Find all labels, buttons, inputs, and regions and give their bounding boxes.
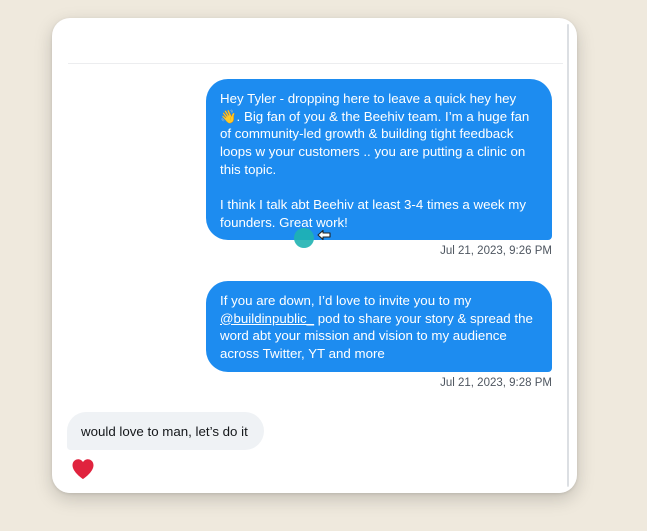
mouse-pointer-icon — [317, 229, 331, 241]
scrollbar[interactable] — [567, 24, 569, 487]
message-text: would love to man, let’s do it — [81, 424, 248, 439]
outgoing-message-bubble[interactable]: Hey Tyler - dropping here to leave a qui… — [206, 79, 552, 240]
message-text: I think I talk abt Beehiv at least 3-4 t… — [220, 197, 526, 230]
message-text: Hey Tyler - dropping here to leave a qui… — [220, 91, 530, 177]
heart-icon[interactable] — [71, 458, 95, 480]
scroll-fade — [52, 485, 577, 493]
message-text: If you are down, I’d love to invite you … — [220, 292, 537, 363]
cursor-highlight — [294, 228, 314, 248]
outgoing-message-bubble[interactable]: If you are down, I’d love to invite you … — [206, 281, 552, 372]
incoming-message-bubble[interactable]: would love to man, let’s do it — [67, 412, 264, 450]
mention-link[interactable]: @buildinpublic_ — [220, 311, 314, 326]
message-timestamp: Jul 21, 2023, 9:26 PM — [440, 245, 552, 257]
message-timestamp: Jul 21, 2023, 9:28 PM — [440, 377, 552, 389]
message-text-part: If you are down, I’d love to invite you … — [220, 293, 472, 308]
header-divider — [68, 63, 563, 64]
dm-conversation-panel: Hey Tyler - dropping here to leave a qui… — [52, 18, 577, 493]
